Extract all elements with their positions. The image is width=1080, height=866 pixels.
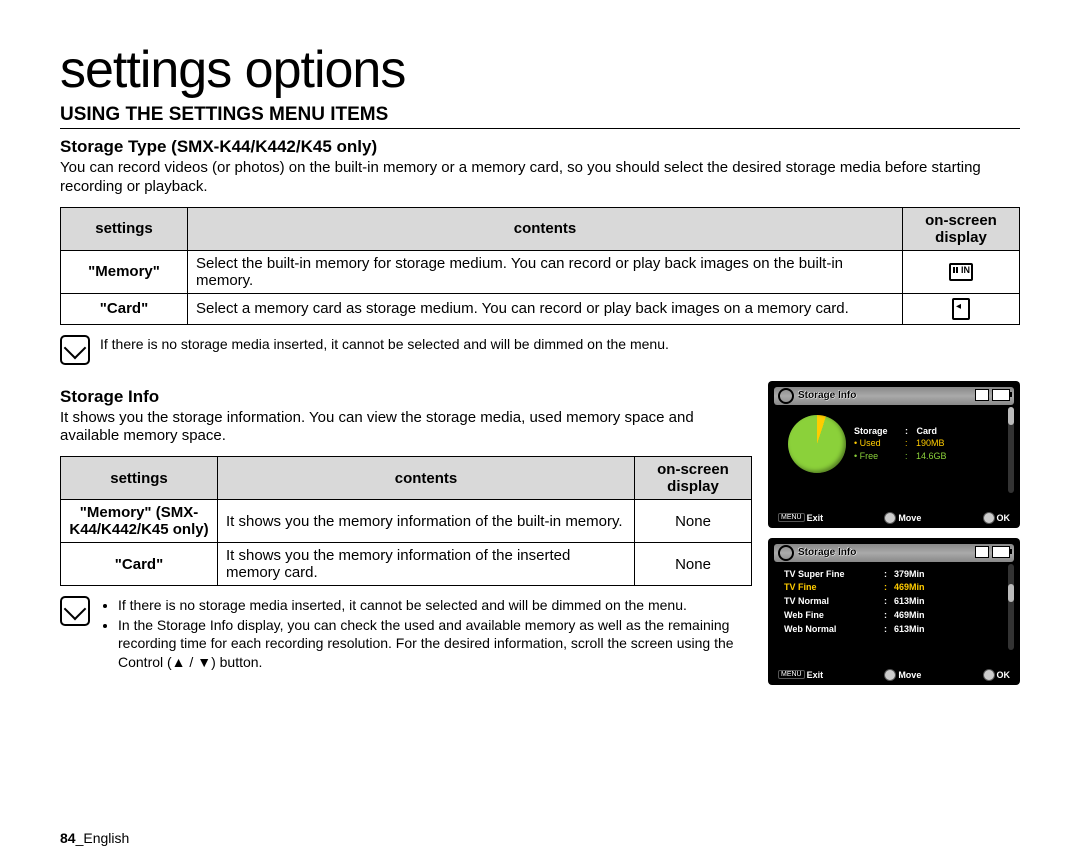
menu-button[interactable]: MENU bbox=[778, 670, 805, 679]
col-osd: on-screen display bbox=[903, 207, 1020, 250]
setting-card: "Card" bbox=[61, 543, 218, 586]
col-contents: contents bbox=[218, 457, 635, 500]
setting-card: "Card" bbox=[61, 293, 188, 324]
menu-button[interactable]: MENU bbox=[778, 513, 805, 522]
contents-card: It shows you the memory information of t… bbox=[218, 543, 635, 586]
storage-type-note: If there is no storage media inserted, i… bbox=[100, 335, 669, 353]
battery-icon bbox=[992, 546, 1010, 558]
note-icon bbox=[60, 335, 90, 365]
contents-memory: Select the built-in memory for storage m… bbox=[188, 250, 903, 293]
section-heading: USING THE SETTINGS MENU ITEMS bbox=[60, 104, 1020, 129]
scrollbar[interactable] bbox=[1008, 564, 1014, 650]
storage-info-heading: Storage Info bbox=[60, 387, 752, 407]
screen-title: Storage Info bbox=[798, 547, 856, 558]
storage-info-notes: If there is no storage media inserted, i… bbox=[100, 596, 752, 673]
table-row: "Card" Select a memory card as storage m… bbox=[61, 293, 1020, 324]
battery-icon bbox=[992, 389, 1010, 401]
page-title: settings options bbox=[60, 40, 1020, 100]
device-screen-list: Storage Info TV Super Fine:379Min TV Fin… bbox=[768, 538, 1020, 685]
storage-info-table: settings contents on-screen display "Mem… bbox=[60, 456, 752, 586]
table-row: "Card" It shows you the memory informati… bbox=[61, 543, 752, 586]
storage-type-heading: Storage Type (SMX-K44/K442/K45 only) bbox=[60, 137, 1020, 157]
osd-card: None bbox=[635, 543, 752, 586]
contents-memory: It shows you the memory information of t… bbox=[218, 500, 635, 543]
col-settings: settings bbox=[61, 207, 188, 250]
screen-title: Storage Info bbox=[798, 390, 856, 401]
storage-info-intro: It shows you the storage information. Yo… bbox=[60, 409, 752, 447]
move-button[interactable] bbox=[884, 669, 896, 681]
device-screen-pie: Storage Info Storage: Card • Used: 190MB… bbox=[768, 381, 1020, 528]
sd-icon bbox=[975, 546, 989, 558]
storage-pie-chart bbox=[788, 415, 846, 473]
card-icon bbox=[952, 298, 970, 320]
osd-memory-icon bbox=[903, 250, 1020, 293]
note-item: In the Storage Info display, you can che… bbox=[118, 616, 752, 671]
internal-memory-icon bbox=[949, 263, 973, 281]
setting-memory: "Memory" bbox=[61, 250, 188, 293]
resolution-list: TV Super Fine:379Min TV Fine:469Min TV N… bbox=[774, 566, 1014, 638]
move-button[interactable] bbox=[884, 512, 896, 524]
setting-memory: "Memory" (SMX-K44/K442/K45 only) bbox=[61, 500, 218, 543]
osd-memory: None bbox=[635, 500, 752, 543]
note-item: If there is no storage media inserted, i… bbox=[118, 596, 752, 614]
table-row: "Memory" Select the built-in memory for … bbox=[61, 250, 1020, 293]
sd-icon bbox=[975, 389, 989, 401]
col-settings: settings bbox=[61, 457, 218, 500]
col-contents: contents bbox=[188, 207, 903, 250]
col-osd: on-screen display bbox=[635, 457, 752, 500]
osd-card-icon bbox=[903, 293, 1020, 324]
storage-type-intro: You can record videos (or photos) on the… bbox=[60, 159, 1020, 197]
table-row: "Memory" (SMX-K44/K442/K45 only) It show… bbox=[61, 500, 752, 543]
scrollbar[interactable] bbox=[1008, 407, 1014, 493]
note-icon bbox=[60, 596, 90, 626]
gear-icon bbox=[778, 545, 794, 561]
contents-card: Select a memory card as storage medium. … bbox=[188, 293, 903, 324]
page-footer: 84_English bbox=[60, 830, 129, 846]
storage-type-table: settings contents on-screen display "Mem… bbox=[60, 207, 1020, 325]
ok-button[interactable] bbox=[983, 669, 995, 681]
ok-button[interactable] bbox=[983, 512, 995, 524]
gear-icon bbox=[778, 388, 794, 404]
pie-legend: Storage: Card • Used: 190MB • Free: 14.6… bbox=[854, 425, 947, 463]
